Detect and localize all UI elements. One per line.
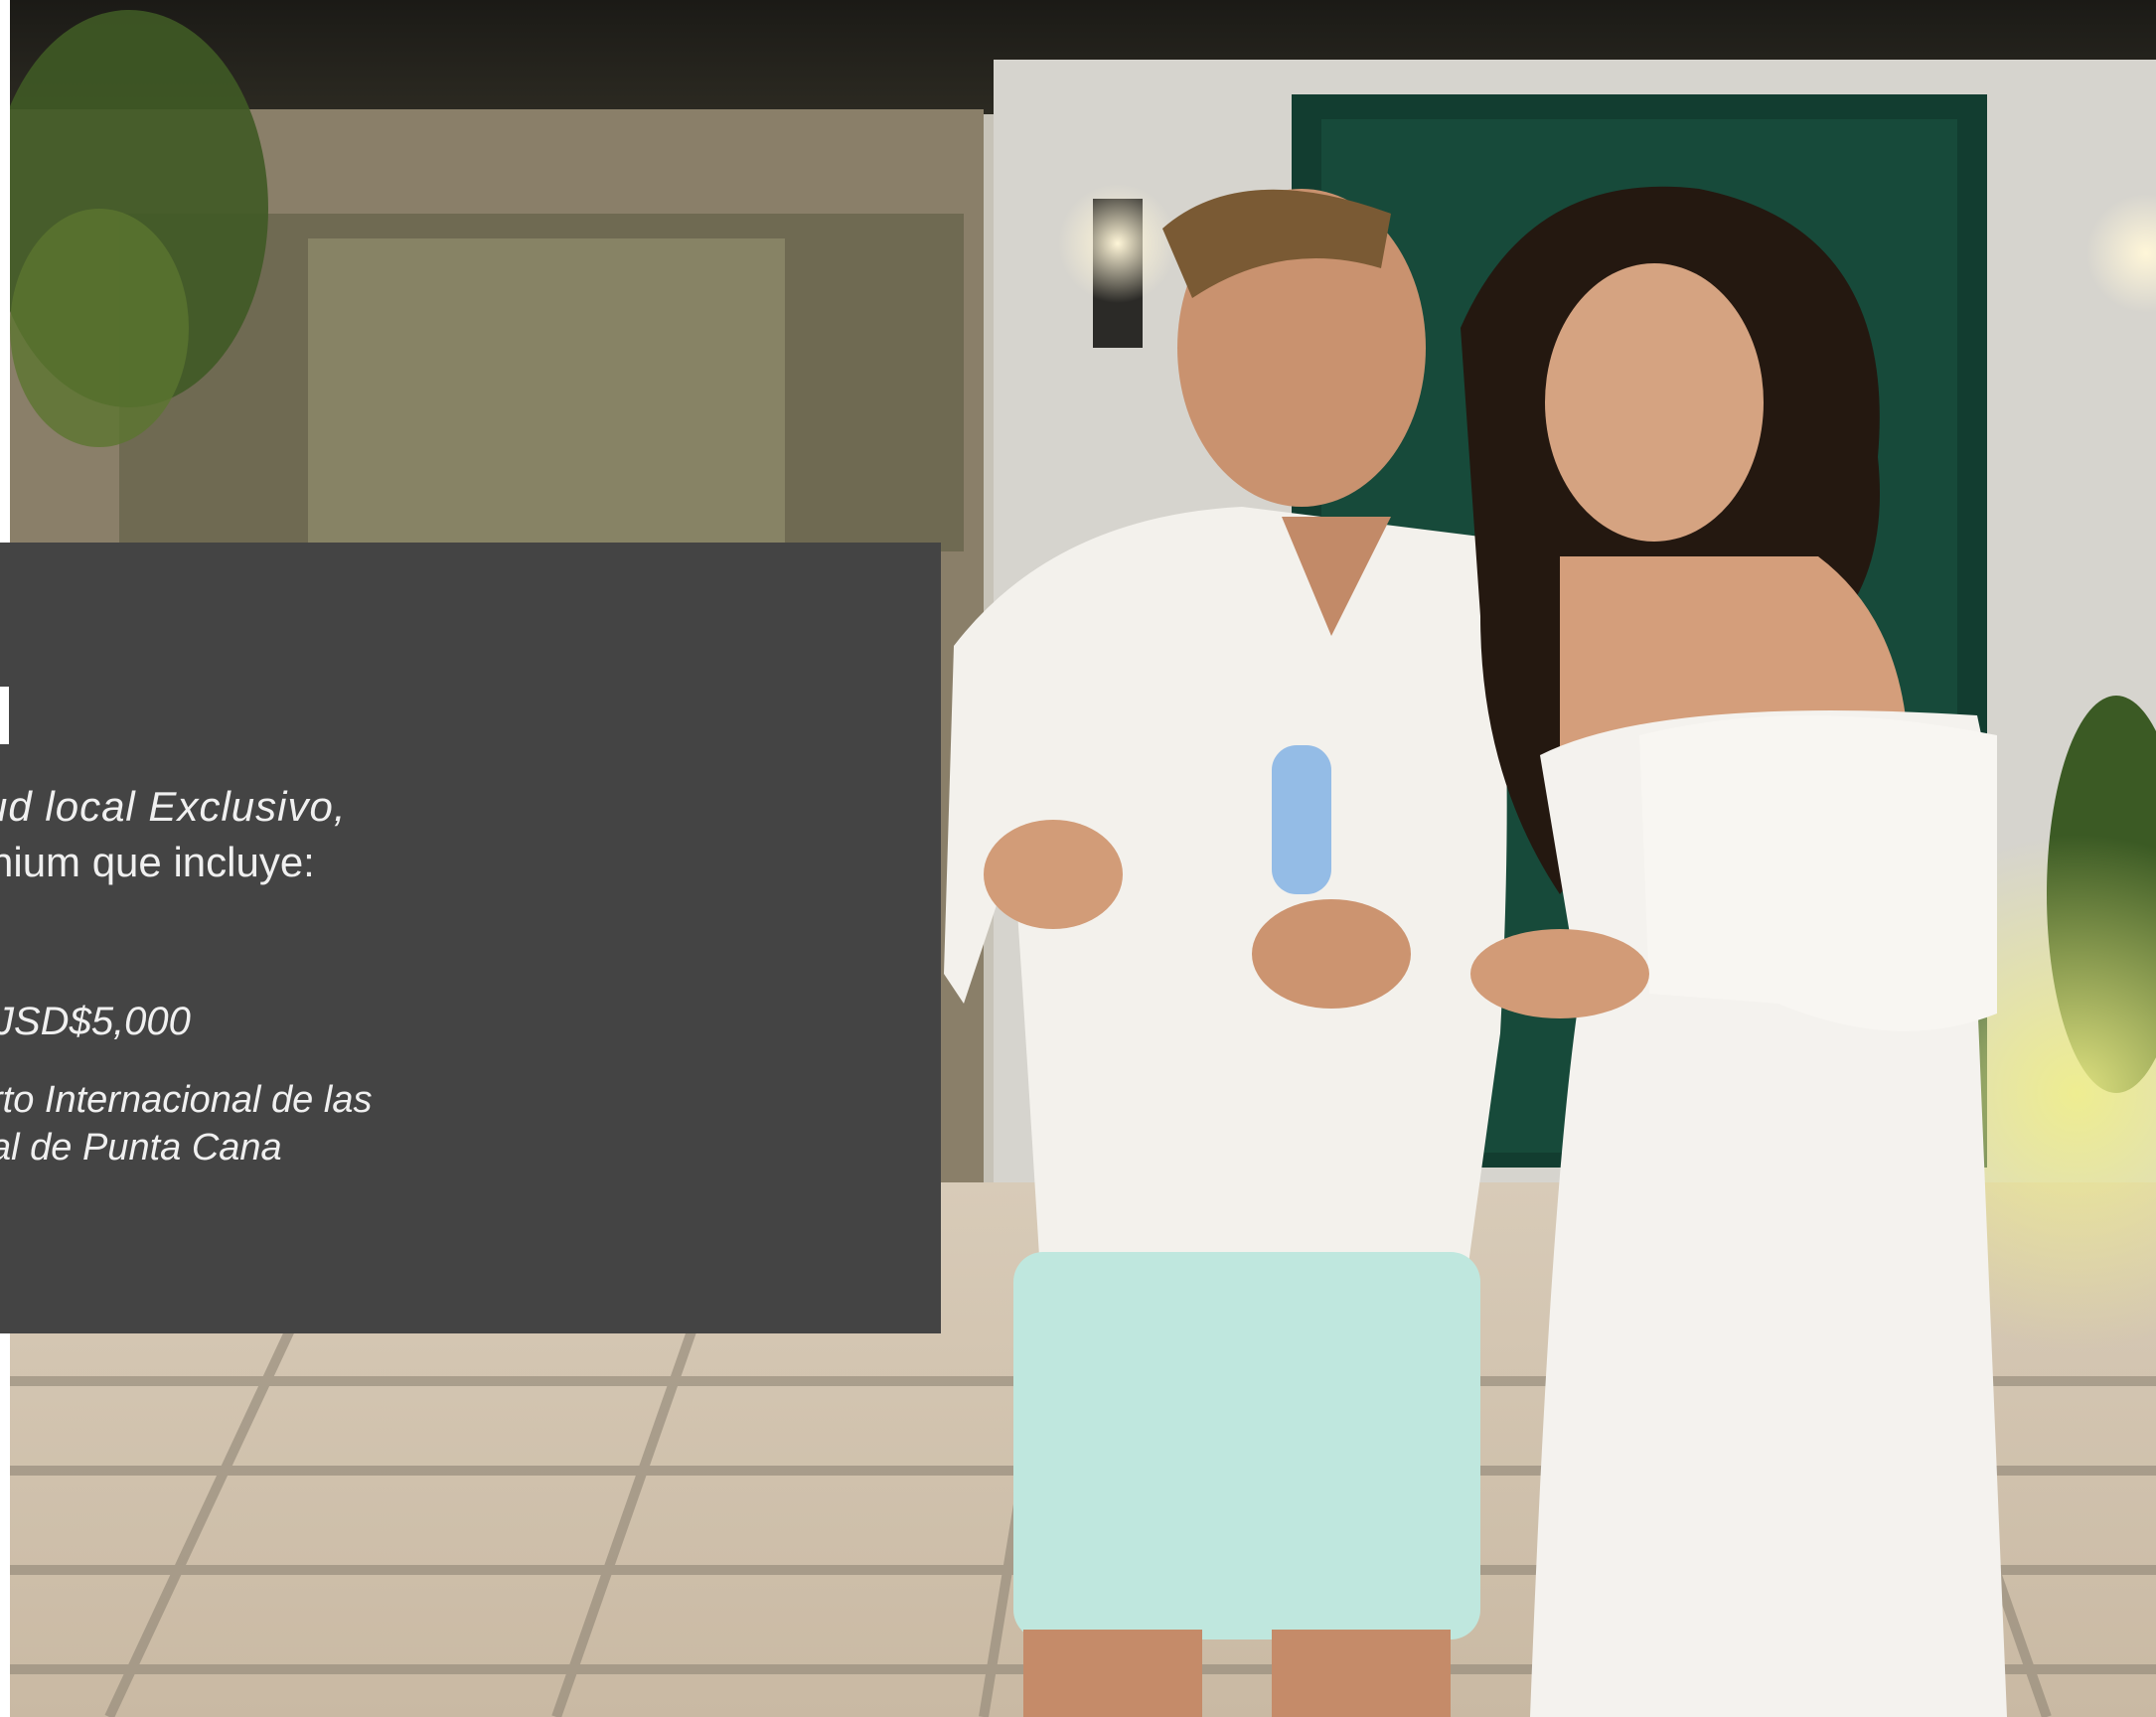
airport-line-2: al de Punta Cana bbox=[0, 1127, 282, 1169]
offer-price: JSD$5,000 bbox=[0, 1000, 191, 1043]
offer-panel: ud local Exclusivo, nium que incluye: JS… bbox=[0, 543, 941, 1333]
offer-intro-line-1: ud local Exclusivo, bbox=[0, 783, 347, 830]
offer-intro-line-2: nium que incluye: bbox=[0, 839, 315, 885]
airport-line-1: rto Internacional de las bbox=[0, 1079, 373, 1121]
heading-fragment bbox=[0, 687, 9, 744]
